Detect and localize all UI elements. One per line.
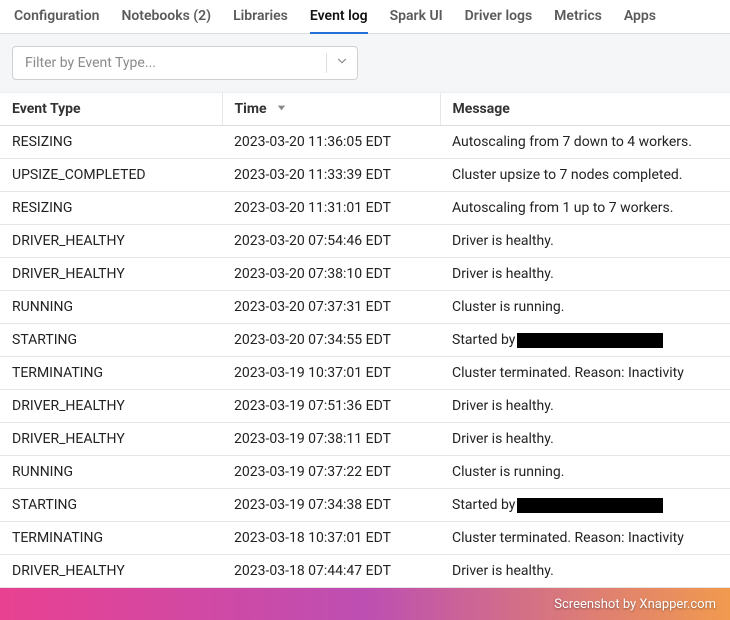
cell-message: Cluster terminated. Reason: Inactivity xyxy=(440,357,730,390)
cell-time: 2023-03-20 07:54:46 EDT xyxy=(222,225,440,258)
tab-configuration[interactable]: Configuration xyxy=(14,8,99,34)
cell-event-type: RESIZING xyxy=(0,126,222,159)
sort-desc-icon xyxy=(276,101,287,117)
message-text: Started by xyxy=(452,332,515,348)
message-text: Started by xyxy=(452,497,515,513)
tab-notebooks-2[interactable]: Notebooks (2) xyxy=(121,8,211,34)
cell-message: Cluster terminated. Reason: Inactivity xyxy=(440,522,730,555)
cell-message: Cluster is running. xyxy=(440,456,730,489)
tab-libraries[interactable]: Libraries xyxy=(233,8,288,34)
redacted-block xyxy=(517,498,663,513)
message-text: Cluster upsize to 7 nodes completed. xyxy=(452,167,682,183)
cell-message: Autoscaling from 1 up to 7 workers. xyxy=(440,192,730,225)
table-row[interactable]: DRIVER_HEALTHY2023-03-20 07:54:46 EDT Dri… xyxy=(0,225,730,258)
table-row[interactable]: UPSIZE_COMPLETED2023-03-20 11:33:39 EDT C… xyxy=(0,159,730,192)
message-text: Driver is healthy. xyxy=(452,233,554,249)
message-text: Autoscaling from 7 down to 4 workers. xyxy=(452,134,692,150)
tab-metrics[interactable]: Metrics xyxy=(554,8,602,34)
cell-event-type: TERMINATING xyxy=(0,357,222,390)
cell-message: Driver is healthy. xyxy=(440,423,730,456)
cell-event-type: DRIVER_HEALTHY xyxy=(0,390,222,423)
cell-event-type: STARTING xyxy=(0,489,222,522)
table-row[interactable]: TERMINATING2023-03-19 10:37:01 EDT Cluste… xyxy=(0,357,730,390)
cell-message: Driver is healthy. xyxy=(440,390,730,423)
cell-time: 2023-03-19 10:37:01 EDT xyxy=(222,357,440,390)
cell-time: 2023-03-20 07:34:55 EDT xyxy=(222,324,440,357)
cell-event-type: DRIVER_HEALTHY xyxy=(0,225,222,258)
cell-message: Cluster is running. xyxy=(440,291,730,324)
table-row[interactable]: RUNNING2023-03-20 07:37:31 EDT Cluster is… xyxy=(0,291,730,324)
table-row[interactable]: STARTING2023-03-20 07:34:55 EDT Started b… xyxy=(0,324,730,357)
cell-time: 2023-03-19 07:34:38 EDT xyxy=(222,489,440,522)
cell-event-type: UPSIZE_COMPLETED xyxy=(0,159,222,192)
message-text: Cluster is running. xyxy=(452,464,564,480)
table-row[interactable]: DRIVER_HEALTHY2023-03-20 07:38:10 EDT Dri… xyxy=(0,258,730,291)
message-text: Driver is healthy. xyxy=(452,563,554,579)
cell-time: 2023-03-19 07:37:22 EDT xyxy=(222,456,440,489)
cell-time: 2023-03-20 11:31:01 EDT xyxy=(222,192,440,225)
screenshot-watermark: Screenshot by Xnapper.com xyxy=(0,588,730,620)
event-log-table: Event Type Time Message RESIZING2023-03-… xyxy=(0,93,730,588)
header-label: Message xyxy=(453,101,510,117)
table-row[interactable]: DRIVER_HEALTHY2023-03-18 07:44:47 EDT Dri… xyxy=(0,555,730,588)
cell-time: 2023-03-19 07:38:11 EDT xyxy=(222,423,440,456)
message-text: Cluster terminated. Reason: Inactivity xyxy=(452,530,684,546)
cell-time: 2023-03-18 07:44:47 EDT xyxy=(222,555,440,588)
cell-time: 2023-03-19 07:51:36 EDT xyxy=(222,390,440,423)
cell-message: Started by xyxy=(440,324,730,357)
cell-time: 2023-03-20 11:33:39 EDT xyxy=(222,159,440,192)
filter-placeholder: Filter by Event Type... xyxy=(25,55,156,71)
cell-time: 2023-03-20 11:36:05 EDT xyxy=(222,126,440,159)
tab-bar: Configuration Notebooks (2) Libraries Event… xyxy=(0,0,730,34)
chevron-down-icon xyxy=(335,54,349,72)
cell-message: Driver is healthy. xyxy=(440,555,730,588)
cell-event-type: DRIVER_HEALTHY xyxy=(0,423,222,456)
filter-event-type-select[interactable]: Filter by Event Type... xyxy=(12,46,358,80)
column-header-event-type[interactable]: Event Type xyxy=(0,93,222,126)
tab-event-log[interactable]: Event log xyxy=(310,8,368,34)
redacted-block xyxy=(517,333,663,348)
cell-time: 2023-03-20 07:38:10 EDT xyxy=(222,258,440,291)
cell-event-type: STARTING xyxy=(0,324,222,357)
cell-message: Started by xyxy=(440,489,730,522)
cell-event-type: TERMINATING xyxy=(0,522,222,555)
message-text: Cluster terminated. Reason: Inactivity xyxy=(452,365,684,381)
message-text: Driver is healthy. xyxy=(452,398,554,414)
message-text: Driver is healthy. xyxy=(452,266,554,282)
column-header-message[interactable]: Message xyxy=(440,93,730,126)
cell-time: 2023-03-18 10:37:01 EDT xyxy=(222,522,440,555)
table-row[interactable]: STARTING2023-03-19 07:34:38 EDT Started b… xyxy=(0,489,730,522)
table-row[interactable]: DRIVER_HEALTHY2023-03-19 07:51:36 EDT Dri… xyxy=(0,390,730,423)
table-row[interactable]: DRIVER_HEALTHY2023-03-19 07:38:11 EDT Dri… xyxy=(0,423,730,456)
cell-message: Driver is healthy. xyxy=(440,225,730,258)
tab-driver-logs[interactable]: Driver logs xyxy=(465,8,533,34)
message-text: Cluster is running. xyxy=(452,299,564,315)
filter-separator xyxy=(326,53,327,73)
cell-message: Cluster upsize to 7 nodes completed. xyxy=(440,159,730,192)
cell-message: Autoscaling from 7 down to 4 workers. xyxy=(440,126,730,159)
column-header-time[interactable]: Time xyxy=(222,93,440,126)
cell-event-type: RUNNING xyxy=(0,456,222,489)
tab-apps[interactable]: Apps xyxy=(624,8,656,34)
header-label: Time xyxy=(235,101,267,117)
watermark-text: Screenshot by Xnapper.com xyxy=(554,597,716,612)
cell-event-type: DRIVER_HEALTHY xyxy=(0,258,222,291)
message-text: Autoscaling from 1 up to 7 workers. xyxy=(452,200,673,216)
tab-spark-ui[interactable]: Spark UI xyxy=(390,8,443,34)
cell-time: 2023-03-20 07:37:31 EDT xyxy=(222,291,440,324)
table-row[interactable]: RESIZING2023-03-20 11:31:01 EDT Autoscali… xyxy=(0,192,730,225)
table-row[interactable]: RESIZING2023-03-20 11:36:05 EDT Autoscali… xyxy=(0,126,730,159)
cell-event-type: RESIZING xyxy=(0,192,222,225)
cell-event-type: DRIVER_HEALTHY xyxy=(0,555,222,588)
cell-message: Driver is healthy. xyxy=(440,258,730,291)
cell-event-type: RUNNING xyxy=(0,291,222,324)
message-text: Driver is healthy. xyxy=(452,431,554,447)
table-row[interactable]: RUNNING2023-03-19 07:37:22 EDT Cluster is… xyxy=(0,456,730,489)
filter-bar: Filter by Event Type... xyxy=(0,34,730,93)
header-label: Event Type xyxy=(12,101,81,117)
table-row[interactable]: TERMINATING2023-03-18 10:37:01 EDT Cluste… xyxy=(0,522,730,555)
